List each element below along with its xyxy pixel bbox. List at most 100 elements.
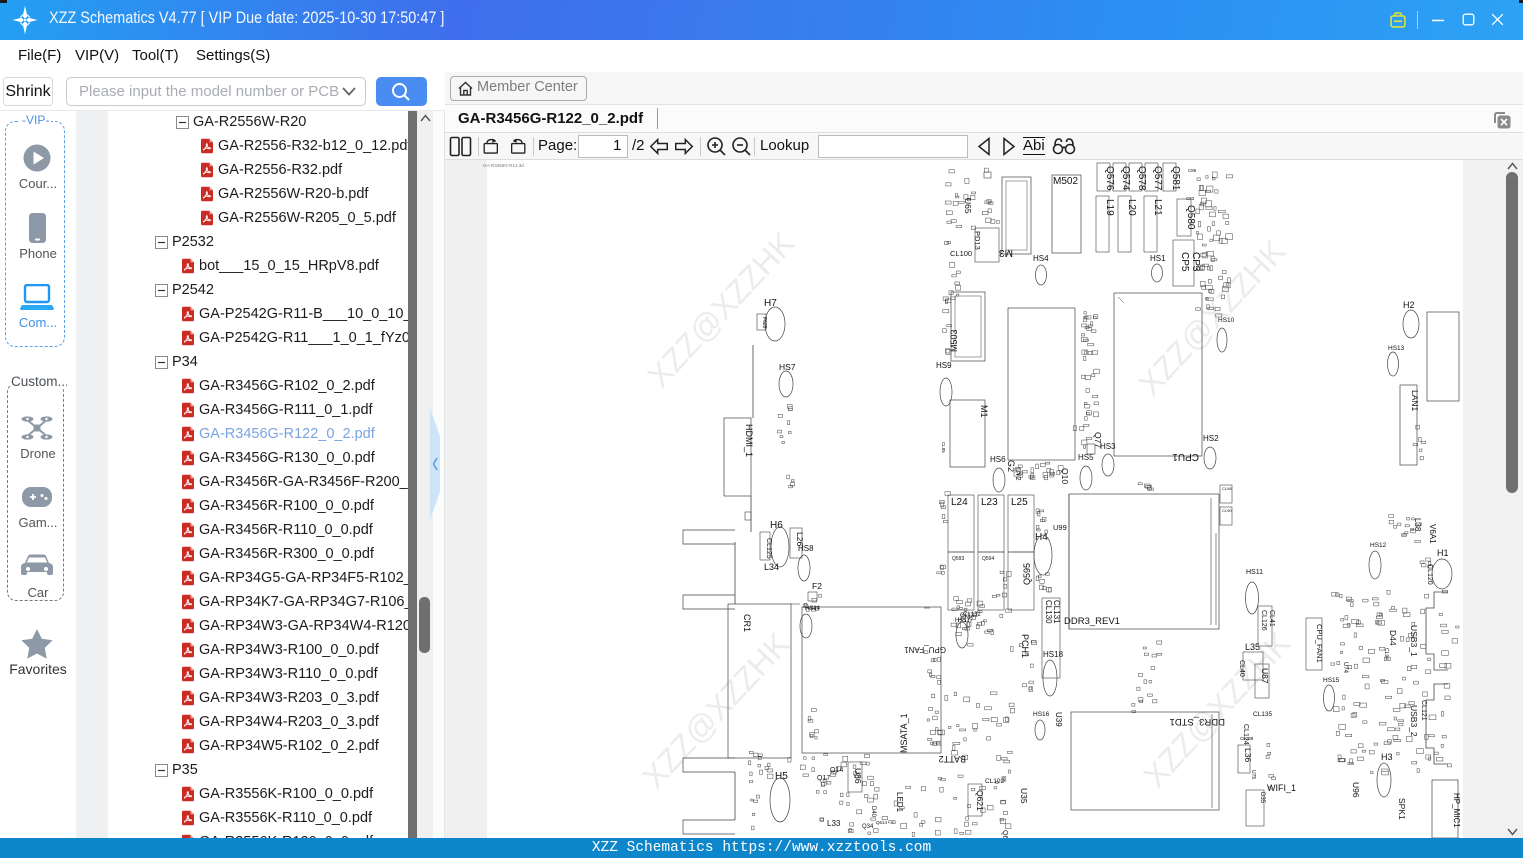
svg-text:Q17: Q17 [817,775,830,782]
svg-text:Q593: Q593 [952,556,964,562]
svg-text:M1: M1 [979,405,989,418]
svg-text:H6: H6 [770,520,783,531]
svg-text:HS4: HS4 [1033,254,1049,263]
svg-text:HS7: HS7 [779,362,796,372]
svg-text:Q617: Q617 [1001,830,1008,838]
svg-text:L20: L20 [1126,199,1137,216]
svg-text:HDMI_1: HDMI_1 [744,424,754,457]
svg-text:H3: H3 [1381,752,1393,762]
svg-text:HS6: HS6 [990,455,1006,464]
svg-text:GA-R3456G-R12.3d: GA-R3456G-R12.3d [483,163,524,168]
svg-text:XZZ@XZZHK: XZZ@XZZHK [635,626,796,795]
svg-text:BATT2: BATT2 [939,754,966,764]
svg-text:C83: C83 [1186,196,1195,201]
svg-text:CL126: CL126 [1260,610,1267,631]
svg-text:Q594: Q594 [982,556,994,562]
svg-text:HS13: HS13 [1388,345,1405,352]
svg-text:CL124: CL124 [1242,724,1249,745]
svg-text:HS17: HS17 [958,618,974,624]
svg-text:CL41: CL41 [1268,610,1275,627]
svg-text:HS11: HS11 [1246,569,1263,576]
svg-text:Q578: Q578 [1136,166,1147,191]
svg-text:CL135: CL135 [1253,711,1273,718]
svg-text:SPK1: SPK1 [1397,798,1407,820]
svg-text:HS15: HS15 [1323,677,1340,684]
svg-text:CL131: CL131 [1052,600,1061,624]
svg-text:U65: U65 [963,198,973,214]
svg-text:F628: F628 [761,317,767,329]
svg-text:CL102: CL102 [985,778,1005,785]
svg-text:U75: U75 [1250,770,1256,779]
svg-text:HS8: HS8 [798,544,814,553]
svg-text:F2: F2 [812,581,822,591]
svg-text:CL100: CL100 [950,249,972,258]
svg-text:U74: U74 [1342,662,1348,674]
svg-text:HS16: HS16 [1033,711,1050,718]
svg-text:LED1: LED1 [895,792,904,813]
svg-text:CL125: CL125 [765,538,772,559]
svg-text:U86: U86 [853,768,863,784]
svg-text:U87: U87 [1260,668,1270,684]
svg-text:U96: U96 [1351,782,1361,798]
svg-text:Q10: Q10 [1060,468,1070,484]
svg-text:D44: D44 [1388,630,1398,646]
svg-text:DDR3_STD1: DDR3_STD1 [1170,716,1225,727]
svg-text:H1: H1 [1437,548,1449,558]
svg-text:XZZ@XZZHK: XZZ@XZZHK [640,225,801,394]
svg-text:Y2: Y2 [1014,472,1021,481]
svg-text:CPU1: CPU1 [1172,451,1199,462]
svg-text:Q614: Q614 [876,820,888,825]
svg-text:HS5: HS5 [1078,453,1094,462]
svg-text:HS9: HS9 [936,361,952,370]
svg-text:CL40: CL40 [1238,660,1245,677]
svg-text:D40: D40 [870,806,876,818]
svg-text:CL130: CL130 [1044,600,1053,624]
svg-text:GPU_FAN1: GPU_FAN1 [904,645,946,654]
svg-text:Q14: Q14 [830,767,843,774]
svg-text:DDR3_REV1: DDR3_REV1 [1064,616,1120,627]
svg-text:G2: G2 [1006,460,1016,472]
svg-text:HP_MIC1: HP_MIC1 [1452,793,1461,828]
svg-text:CL98: CL98 [1222,486,1232,491]
svg-text:CL94: CL94 [1383,648,1389,660]
svg-text:MSATA_1: MSATA_1 [899,713,909,753]
svg-text:H2: H2 [1403,300,1415,310]
svg-text:Q574: Q574 [1120,166,1131,191]
svg-text:CPU_FAN1: CPU_FAN1 [1315,624,1324,663]
svg-text:CL90: CL90 [1222,508,1232,513]
svg-text:HS12: HS12 [1370,542,1387,549]
svg-text:Q34: Q34 [862,824,874,830]
svg-text:USB3_1: USB3_1 [1409,625,1419,657]
svg-text:D35: D35 [1259,792,1265,804]
svg-text:U39: U39 [1054,712,1063,727]
svg-text:WIFI_1: WIFI_1 [1267,783,1296,793]
svg-text:L33: L33 [827,819,841,828]
svg-text:Q577: Q577 [1152,166,1163,191]
svg-text:V6A1: V6A1 [1428,524,1437,544]
svg-text:L24: L24 [951,497,968,508]
svg-text:C86: C86 [1188,168,1197,173]
svg-text:Q580: Q580 [1185,205,1196,230]
svg-text:HS2: HS2 [1203,434,1219,443]
svg-text:CL85: CL85 [941,442,946,453]
svg-text:L23: L23 [981,497,998,508]
svg-text:LAN1: LAN1 [1410,390,1420,412]
svg-text:M503: M503 [949,329,959,352]
svg-text:M502: M502 [1053,176,1078,187]
svg-text:H4: H4 [1035,532,1048,543]
svg-text:USB3_2: USB3_2 [1409,705,1419,737]
svg-text:L21: L21 [1152,199,1163,216]
svg-text:L25: L25 [1011,497,1028,508]
svg-text:CP5: CP5 [1179,252,1190,272]
svg-text:L19: L19 [1104,199,1115,216]
svg-text:L34: L34 [764,562,779,572]
svg-text:CR1: CR1 [742,614,752,632]
svg-text:Q581: Q581 [1170,166,1181,191]
svg-text:HS10: HS10 [1218,317,1235,324]
svg-text:CP3: CP3 [1190,252,1201,272]
svg-text:Q595: Q595 [1022,563,1032,585]
svg-text:Q576: Q576 [1104,166,1115,191]
svg-text:CL138: CL138 [1240,736,1254,741]
svg-text:H5: H5 [775,771,788,782]
svg-text:U99: U99 [1053,523,1067,532]
